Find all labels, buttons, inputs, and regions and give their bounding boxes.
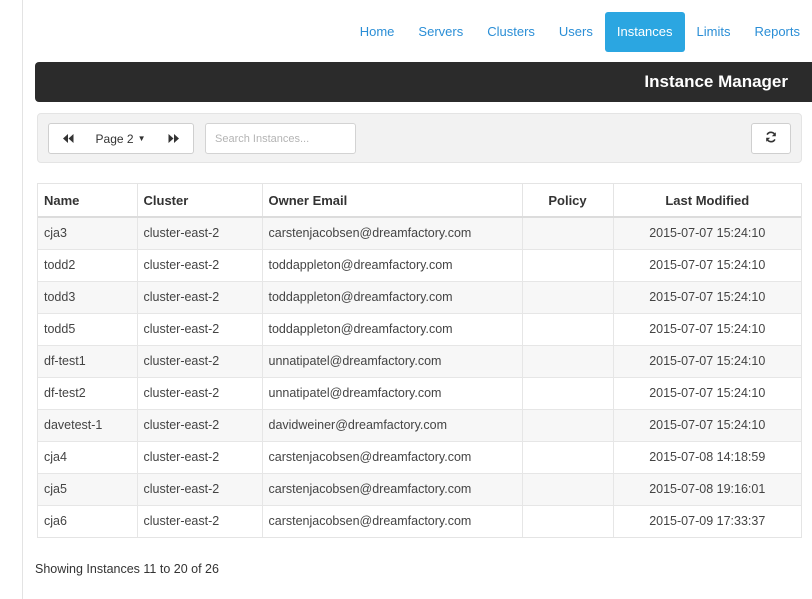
table-row[interactable]: todd5 cluster-east-2 toddappleton@dreamf… [38, 312, 801, 345]
cell-policy [522, 344, 614, 377]
prev-page-button[interactable] [48, 123, 89, 154]
cell-policy [522, 280, 614, 313]
search-input[interactable] [205, 123, 356, 154]
cell-name: cja5 [38, 472, 138, 505]
table-row[interactable]: cja3 cluster-east-2 carstenjacobsen@drea… [38, 216, 801, 249]
cell-last-modified: 2015-07-07 15:24:10 [613, 408, 801, 441]
top-nav: Home Servers Clusters Users Instances Li… [348, 12, 812, 52]
cell-last-modified: 2015-07-08 19:16:01 [613, 472, 801, 505]
column-header-cluster[interactable]: Cluster [137, 184, 263, 218]
cell-cluster: cluster-east-2 [137, 408, 263, 441]
page-label: Page 2 [95, 131, 134, 146]
table-row[interactable]: cja6 cluster-east-2 carstenjacobsen@drea… [38, 504, 801, 537]
cell-last-modified: 2015-07-08 14:18:59 [613, 440, 801, 473]
pagination-summary: Showing Instances 11 to 20 of 26 [35, 562, 219, 576]
cell-cluster: cluster-east-2 [137, 504, 263, 537]
cell-owner-email: toddappleton@dreamfactory.com [262, 280, 523, 313]
nav-clusters[interactable]: Clusters [475, 12, 547, 52]
cell-last-modified: 2015-07-07 15:24:10 [613, 280, 801, 313]
column-header-policy[interactable]: Policy [522, 184, 614, 218]
cell-owner-email: davidweiner@dreamfactory.com [262, 408, 523, 441]
table-row[interactable]: todd3 cluster-east-2 toddappleton@dreamf… [38, 280, 801, 313]
instances-table: Name Cluster Owner Email Policy Last Mod… [37, 183, 802, 538]
header-bar: Instance Manager [35, 62, 812, 102]
page-dropdown[interactable]: Page 2 ▼ [88, 123, 154, 154]
nav-instances[interactable]: Instances [604, 12, 685, 52]
cell-policy [522, 504, 614, 537]
cell-name: davetest-1 [38, 408, 138, 441]
cell-owner-email: unnatipatel@dreamfactory.com [262, 376, 523, 409]
cell-last-modified: 2015-07-07 15:24:10 [613, 376, 801, 409]
cell-cluster: cluster-east-2 [137, 248, 263, 281]
cell-owner-email: carstenjacobsen@dreamfactory.com [262, 440, 523, 473]
nav-users[interactable]: Users [547, 12, 605, 52]
column-header-name[interactable]: Name [38, 184, 138, 218]
cell-owner-email: unnatipatel@dreamfactory.com [262, 344, 523, 377]
nav-home[interactable]: Home [348, 12, 407, 52]
refresh-icon [765, 131, 777, 146]
table-row[interactable]: davetest-1 cluster-east-2 davidweiner@dr… [38, 408, 801, 441]
fast-forward-icon [168, 132, 179, 146]
cell-policy [522, 408, 614, 441]
cell-policy [522, 312, 614, 345]
cell-cluster: cluster-east-2 [137, 312, 263, 345]
cell-name: df-test1 [38, 344, 138, 377]
cell-cluster: cluster-east-2 [137, 376, 263, 409]
cell-name: todd2 [38, 248, 138, 281]
cell-policy [522, 472, 614, 505]
cell-cluster: cluster-east-2 [137, 280, 263, 313]
cell-owner-email: carstenjacobsen@dreamfactory.com [262, 472, 523, 505]
page-frame: Home Servers Clusters Users Instances Li… [22, 0, 812, 599]
cell-name: cja4 [38, 440, 138, 473]
cell-last-modified: 2015-07-07 15:24:10 [613, 248, 801, 281]
refresh-button[interactable] [751, 123, 791, 154]
nav-limits[interactable]: Limits [685, 12, 743, 52]
column-header-last-modified[interactable]: Last Modified [613, 184, 801, 218]
cell-name: todd5 [38, 312, 138, 345]
nav-reports[interactable]: Reports [742, 12, 812, 52]
cell-name: df-test2 [38, 376, 138, 409]
cell-cluster: cluster-east-2 [137, 440, 263, 473]
cell-policy [522, 376, 614, 409]
table-row[interactable]: todd2 cluster-east-2 toddappleton@dreamf… [38, 248, 801, 281]
table-row[interactable]: cja5 cluster-east-2 carstenjacobsen@drea… [38, 472, 801, 505]
cell-owner-email: toddappleton@dreamfactory.com [262, 312, 523, 345]
column-header-owner-email[interactable]: Owner Email [262, 184, 523, 218]
caret-down-icon: ▼ [137, 134, 146, 143]
cell-policy [522, 248, 614, 281]
cell-policy [522, 216, 614, 249]
cell-policy [522, 440, 614, 473]
cell-cluster: cluster-east-2 [137, 344, 263, 377]
cell-owner-email: carstenjacobsen@dreamfactory.com [262, 504, 523, 537]
page-title: Instance Manager [644, 72, 788, 91]
toolbar: Page 2 ▼ [37, 113, 802, 163]
table-row[interactable]: cja4 cluster-east-2 carstenjacobsen@drea… [38, 440, 801, 473]
cell-last-modified: 2015-07-09 17:33:37 [613, 504, 801, 537]
cell-owner-email: toddappleton@dreamfactory.com [262, 248, 523, 281]
cell-name: cja6 [38, 504, 138, 537]
table-row[interactable]: df-test1 cluster-east-2 unnatipatel@drea… [38, 344, 801, 377]
cell-owner-email: carstenjacobsen@dreamfactory.com [262, 216, 523, 249]
cell-last-modified: 2015-07-07 15:24:10 [613, 312, 801, 345]
cell-name: todd3 [38, 280, 138, 313]
cell-last-modified: 2015-07-07 15:24:10 [613, 216, 801, 249]
nav-servers[interactable]: Servers [406, 12, 475, 52]
cell-cluster: cluster-east-2 [137, 472, 263, 505]
cell-name: cja3 [38, 216, 138, 249]
fast-backward-icon [63, 132, 74, 146]
cell-last-modified: 2015-07-07 15:24:10 [613, 344, 801, 377]
cell-cluster: cluster-east-2 [137, 216, 263, 249]
next-page-button[interactable] [153, 123, 194, 154]
table-row[interactable]: df-test2 cluster-east-2 unnatipatel@drea… [38, 376, 801, 409]
table-header-row: Name Cluster Owner Email Policy Last Mod… [38, 184, 801, 218]
